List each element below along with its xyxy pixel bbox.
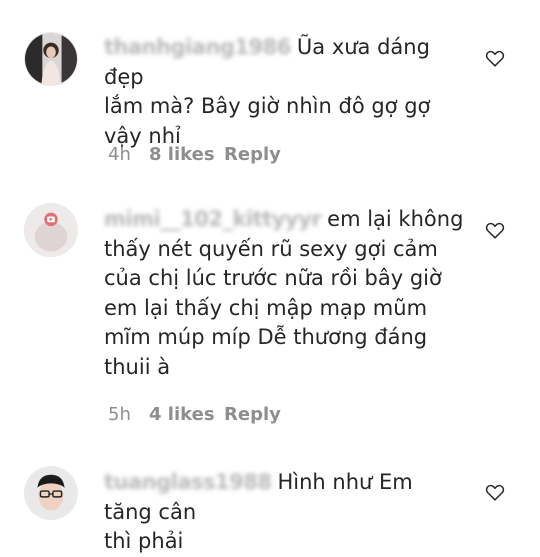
comment-likes[interactable]: 4 likes — [149, 404, 224, 425]
comment-meta: 5h 4 likes Reply — [108, 404, 281, 425]
like-button[interactable] — [484, 47, 506, 69]
reply-button[interactable]: Reply — [224, 404, 281, 425]
comment-username[interactable]: thanhgiang1986 — [104, 33, 291, 63]
avatar[interactable] — [24, 466, 78, 520]
comment-text: mimi__102_kittyyyr em lại không thấy nét … — [104, 205, 464, 383]
heart-outline-icon — [485, 222, 505, 239]
comment-text: thanhgiang1986 Ũa xưa dáng đẹp lắm mà? Bâ… — [104, 33, 464, 151]
avatar[interactable] — [24, 203, 78, 257]
avatar-image — [25, 204, 77, 256]
comment-time[interactable]: 5h — [108, 404, 149, 425]
comment-likes[interactable]: 8 likes — [149, 144, 224, 165]
avatar-image — [25, 467, 77, 519]
like-button[interactable] — [484, 481, 506, 503]
comment-username[interactable]: mimi__102_kittyyyr — [104, 205, 322, 235]
heart-outline-icon — [485, 50, 505, 67]
like-button[interactable] — [484, 219, 506, 241]
avatar-image — [25, 33, 77, 85]
comment-meta: 4h 8 likes Reply — [108, 144, 281, 165]
comment-text: tuanglass1988 Hình như Em tăng cân thì ph… — [104, 468, 464, 557]
avatar[interactable] — [24, 32, 78, 86]
comment-username[interactable]: tuanglass1988 — [104, 468, 272, 498]
reply-button[interactable]: Reply — [224, 144, 281, 165]
comment-time[interactable]: 4h — [108, 144, 149, 165]
heart-outline-icon — [485, 484, 505, 501]
